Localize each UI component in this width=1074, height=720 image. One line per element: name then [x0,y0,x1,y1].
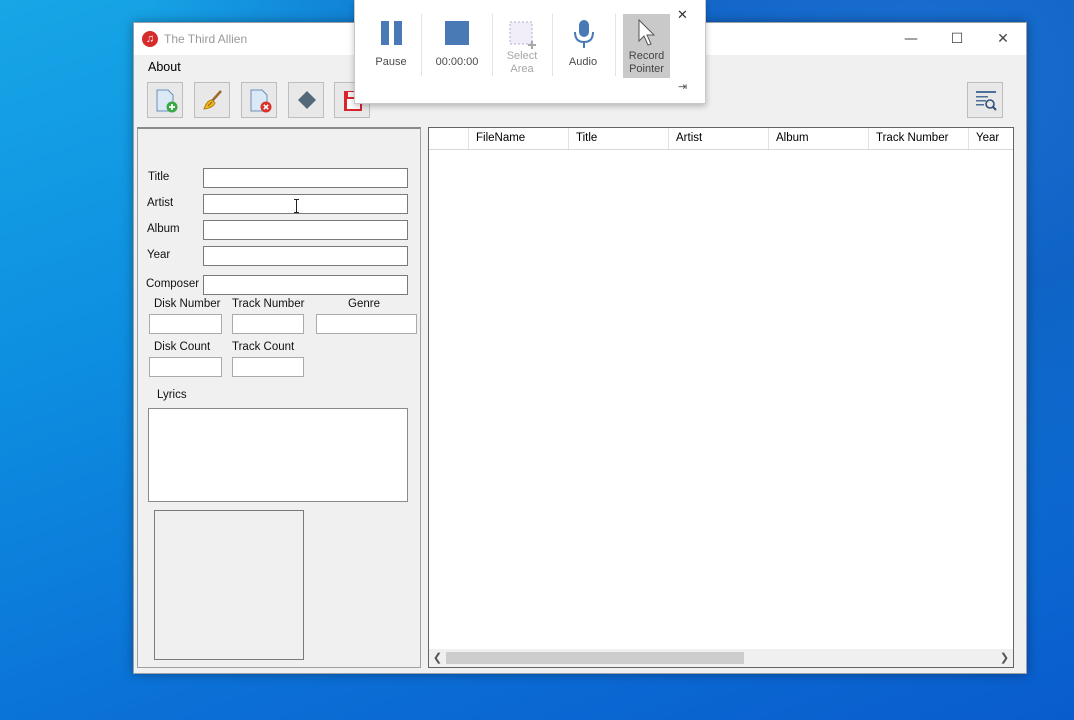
disk-count-field[interactable] [149,357,222,377]
stop-button[interactable]: 00:00:00 [427,10,487,80]
search-button[interactable] [967,82,1003,118]
remove-file-icon [250,89,272,113]
pointer-cursor-icon [638,19,656,46]
separator [492,14,493,76]
minimize-button[interactable]: — [888,23,934,55]
column-header-select[interactable] [429,128,469,149]
artist-label: Artist [147,197,174,209]
genre-field[interactable] [316,314,417,334]
column-header-filename[interactable]: FileName [469,128,569,149]
pause-label: Pause [375,56,407,68]
lyrics-textarea[interactable] [148,408,408,502]
remove-file-button[interactable] [241,82,277,118]
disk-count-label: Disk Count [154,341,211,353]
composer-label: Composer [146,278,200,290]
pin-icon[interactable]: ⇥ [678,80,687,93]
disk-number-field[interactable] [149,314,222,334]
record-pointer-label-1: Record [628,50,665,62]
year-label: Year [147,249,171,261]
artist-field[interactable] [203,194,408,214]
microphone-icon [574,20,594,48]
scroll-left-icon[interactable]: ❮ [429,649,446,667]
disk-number-label: Disk Number [154,298,221,310]
separator [421,14,422,76]
main-window: ♫ The Third Allien — ☐ ✕ About Title Art… [133,22,1027,674]
audio-button[interactable]: Audio [558,10,608,80]
text-cursor-icon [293,199,300,213]
music-note-icon: ♫ [142,31,158,47]
separator [615,14,616,76]
select-area-label-1: Select [506,50,538,62]
close-button[interactable]: ✕ [980,23,1026,55]
genre-label: Genre [348,298,380,310]
tag-editor-panel: Title Artist Album Year Composer Disk Nu… [137,127,421,668]
pause-icon [381,21,402,45]
record-pointer-label-2: Pointer [629,63,664,75]
clean-button[interactable] [194,82,230,118]
column-header-album[interactable]: Album [769,128,869,149]
title-field[interactable] [203,168,408,188]
pause-button[interactable]: Pause [367,10,415,80]
composer-field[interactable] [203,275,408,295]
column-header-artist[interactable]: Artist [669,128,769,149]
track-count-label: Track Count [232,341,295,353]
column-header-year[interactable]: Year [969,128,1013,149]
add-file-button[interactable] [147,82,183,118]
album-art-box[interactable] [154,510,304,660]
horizontal-scrollbar[interactable]: ❮ ❯ [429,649,1013,667]
tag-diamond-icon [298,91,316,109]
record-pointer-button[interactable]: Record Pointer [623,14,670,78]
menu-item-about[interactable]: About [148,60,181,74]
scrollbar-thumb[interactable] [446,652,744,664]
album-label: Album [147,223,180,235]
track-count-field[interactable] [232,357,304,377]
scroll-right-icon[interactable]: ❯ [996,649,1013,667]
select-area-label-2: Area [510,63,534,75]
search-list-icon [976,91,997,111]
maximize-button[interactable]: ☐ [934,23,980,55]
track-number-field[interactable] [232,314,304,334]
list-header: FileName Title Artist Album Track Number… [429,128,1013,150]
clean-broom-icon [203,90,222,110]
stop-icon [445,21,469,45]
year-field[interactable] [203,246,408,266]
column-header-track-number[interactable]: Track Number [869,128,969,149]
select-area-icon [509,21,536,49]
add-file-icon [156,89,178,113]
recording-timer: 00:00:00 [435,56,479,68]
lyrics-label: Lyrics [157,389,187,401]
audio-label: Audio [568,56,598,68]
track-number-label: Track Number [232,298,305,310]
column-header-title[interactable]: Title [569,128,669,149]
window-title: The Third Allien [164,32,248,46]
recorder-close-icon[interactable]: ✕ [677,8,688,23]
title-label: Title [148,171,170,183]
separator [552,14,553,76]
tag-button[interactable] [288,82,324,118]
album-field[interactable] [203,220,408,240]
file-list[interactable]: FileName Title Artist Album Track Number… [428,127,1014,668]
recorder-toolbar: Pause 00:00:00 Select Area Audio Record … [354,0,706,104]
select-area-button[interactable]: Select Area [498,10,546,80]
